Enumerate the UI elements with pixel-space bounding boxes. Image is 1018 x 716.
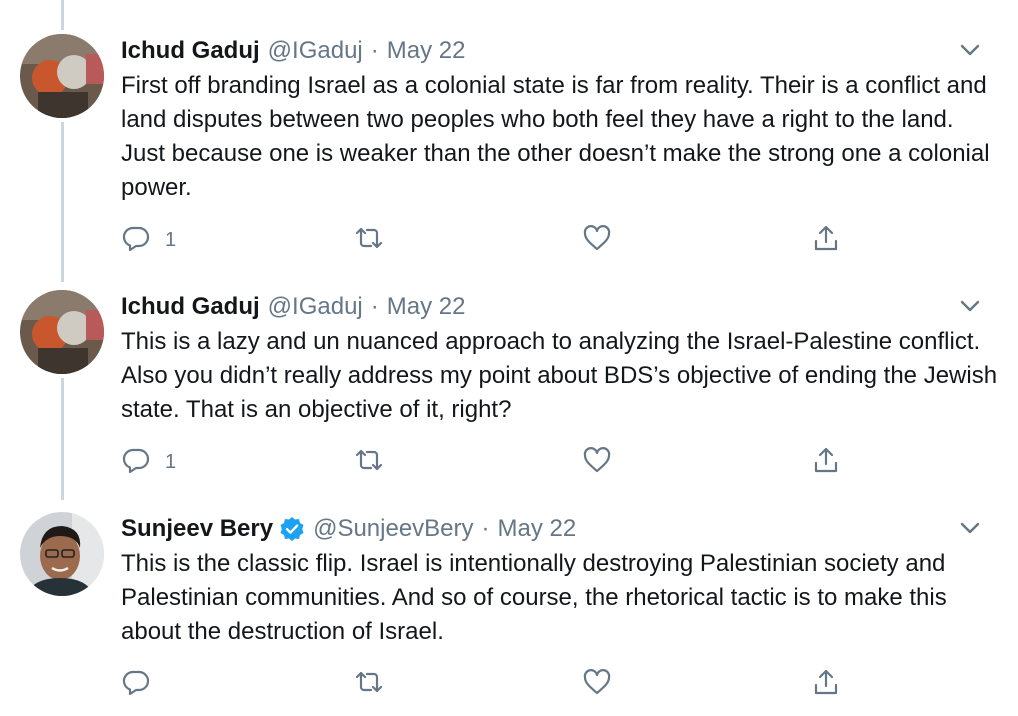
avatar[interactable]	[20, 290, 104, 374]
separator: ·	[481, 515, 490, 542]
tweet-text: This is the classic flip. Israel is inte…	[121, 550, 947, 645]
like-icon	[582, 667, 612, 702]
reply-count: 1	[165, 450, 177, 473]
author-handle[interactable]: @IGaduj	[268, 34, 363, 68]
reply-button[interactable]: 1	[121, 445, 176, 479]
chevron-down-icon[interactable]	[956, 36, 984, 64]
thread-line-top	[61, 0, 64, 30]
tweet-actions	[121, 667, 841, 701]
reply-button[interactable]	[121, 667, 151, 701]
reply-icon	[121, 445, 151, 480]
tweet[interactable]: Sunjeev Bery @SunjeevBery · May 22 This …	[0, 512, 1018, 716]
tweet[interactable]: Ichud Gaduj @IGaduj · May 22 This is a l…	[0, 290, 1018, 500]
reply-icon	[121, 667, 151, 702]
share-icon	[811, 445, 841, 480]
share-icon	[811, 667, 841, 702]
verified-badge-icon	[279, 516, 305, 542]
separator: ·	[370, 293, 379, 320]
tweet-date[interactable]: May 22	[387, 290, 466, 324]
retweet-button[interactable]	[354, 667, 384, 701]
tweet-text: First off branding Israel as a colonial …	[121, 72, 990, 201]
retweet-button[interactable]	[354, 223, 384, 257]
retweet-button[interactable]	[354, 445, 384, 479]
author-name[interactable]: Sunjeev Bery	[121, 512, 273, 546]
separator: ·	[370, 37, 379, 64]
tweet-date[interactable]: May 22	[387, 34, 466, 68]
like-button[interactable]	[582, 667, 612, 701]
chevron-down-icon[interactable]	[956, 514, 984, 542]
reply-button[interactable]: 1	[121, 223, 176, 257]
retweet-icon	[354, 667, 384, 702]
like-icon	[582, 223, 612, 258]
author-handle[interactable]: @SunjeevBery	[313, 512, 473, 546]
avatar[interactable]	[20, 512, 104, 596]
tweet-date[interactable]: May 22	[498, 512, 577, 546]
share-button[interactable]	[811, 667, 841, 701]
share-icon	[811, 223, 841, 258]
retweet-icon	[354, 445, 384, 480]
retweet-icon	[354, 223, 384, 258]
like-button[interactable]	[582, 223, 612, 257]
like-icon	[582, 445, 612, 480]
share-button[interactable]	[811, 223, 841, 257]
avatar[interactable]	[20, 34, 104, 118]
share-button[interactable]	[811, 445, 841, 479]
tweet[interactable]: Ichud Gaduj @IGaduj · May 22 First off b…	[0, 34, 1018, 264]
tweet-actions: 1	[121, 445, 841, 479]
author-handle[interactable]: @IGaduj	[268, 290, 363, 324]
reply-icon	[121, 223, 151, 258]
author-name[interactable]: Ichud Gaduj	[121, 34, 260, 68]
tweet-actions: 1	[121, 223, 841, 257]
reply-count: 1	[165, 228, 177, 251]
like-button[interactable]	[582, 445, 612, 479]
chevron-down-icon[interactable]	[956, 292, 984, 320]
author-name[interactable]: Ichud Gaduj	[121, 290, 260, 324]
tweet-text: This is a lazy and un nuanced approach t…	[121, 328, 998, 423]
